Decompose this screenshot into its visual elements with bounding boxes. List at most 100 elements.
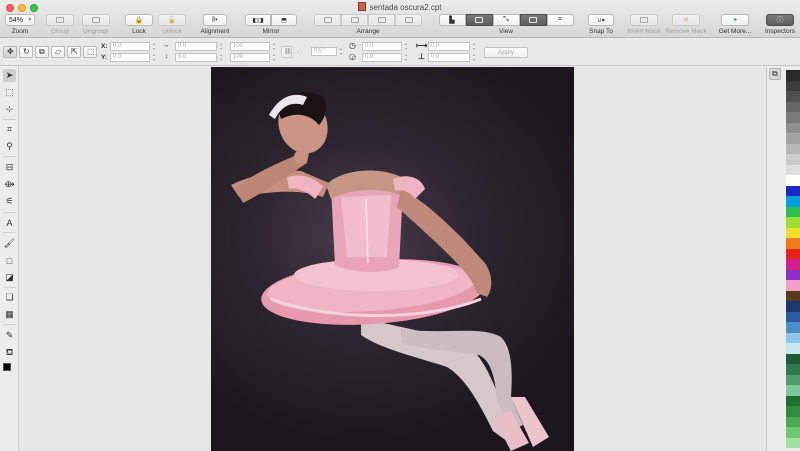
unlock-button[interactable]: 🔓 — [158, 14, 186, 26]
apply-button[interactable]: Apply — [484, 47, 528, 58]
skew-horizontal-stepper[interactable] — [404, 42, 409, 51]
skew-mode-button[interactable]: ⇱ — [67, 46, 81, 58]
link-proportions-button[interactable]: ⛓ — [281, 46, 292, 58]
angle-stepper[interactable] — [339, 47, 344, 56]
position-width-stepper[interactable] — [472, 42, 477, 51]
zoom-tool[interactable]: ⚲ — [3, 140, 16, 153]
palette-swatch[interactable] — [786, 101, 800, 112]
palette-swatch[interactable] — [786, 280, 800, 291]
invert-mask-button[interactable] — [630, 14, 658, 26]
y-stepper[interactable] — [152, 53, 157, 62]
remove-mask-button[interactable]: ✕ — [672, 14, 700, 26]
x-field[interactable]: 0.0 — [110, 42, 150, 51]
zoom-select[interactable]: 54% ▾ — [5, 14, 35, 26]
width-field[interactable]: 0.0 — [175, 42, 217, 51]
x-stepper[interactable] — [152, 42, 157, 51]
palette-swatch[interactable] — [786, 196, 800, 207]
palette-swatch[interactable] — [786, 374, 800, 385]
y-field[interactable]: 0.0 — [110, 53, 150, 62]
palette-swatch[interactable] — [786, 427, 800, 438]
clone-tool[interactable]: ❏ — [3, 291, 16, 304]
arrange-send-back-button[interactable] — [395, 14, 422, 26]
mirror-horizontal-button[interactable]: ◧◨ — [245, 14, 271, 26]
palette-swatch[interactable] — [786, 322, 800, 333]
skew-vertical-field[interactable]: 0.0 — [362, 53, 402, 62]
palette-swatch[interactable] — [786, 217, 800, 228]
snap-to-button[interactable]: ∪▾ — [588, 14, 614, 26]
position-width-field[interactable]: 0.0 — [428, 42, 470, 51]
view-guides-button[interactable]: ⤡ — [492, 14, 520, 26]
crop-tool[interactable]: ⌗ — [3, 123, 16, 136]
height-stepper[interactable] — [219, 53, 224, 62]
palette-swatch[interactable] — [786, 248, 800, 259]
arrange-send-backward-button[interactable] — [368, 14, 395, 26]
palette-swatch[interactable] — [786, 227, 800, 238]
skew-vertical-stepper[interactable] — [404, 53, 409, 62]
view-rulers-button[interactable]: ▙ — [438, 14, 466, 26]
width-stepper[interactable] — [219, 42, 224, 51]
palette-swatch[interactable] — [786, 80, 800, 91]
rectangle-mask-tool[interactable]: ⬚ — [3, 86, 16, 99]
lasso-tool[interactable]: ⟴ — [3, 178, 16, 191]
palette-swatch[interactable] — [786, 395, 800, 406]
scale-width-field[interactable]: 100 — [230, 42, 270, 51]
palette-swatch[interactable] — [786, 154, 800, 165]
palette-swatch[interactable] — [786, 122, 800, 133]
magic-wand-tool[interactable]: ⚟ — [3, 195, 16, 208]
arrange-bring-front-button[interactable] — [314, 14, 341, 26]
position-height-stepper[interactable] — [472, 53, 477, 62]
palette-swatch[interactable] — [786, 133, 800, 144]
palette-swatch[interactable] — [786, 437, 800, 448]
palette-swatch[interactable] — [786, 332, 800, 343]
palette-swatch[interactable] — [786, 385, 800, 396]
fill-pattern-tool[interactable]: ▦ — [3, 308, 16, 321]
shape-tool[interactable]: □ — [3, 254, 16, 267]
palette-swatch[interactable] — [786, 185, 800, 196]
palette-swatch[interactable] — [786, 343, 800, 354]
document-photo[interactable] — [211, 67, 574, 451]
palette-swatch[interactable] — [786, 416, 800, 427]
palette-swatch[interactable] — [786, 112, 800, 123]
palette-swatch[interactable] — [786, 259, 800, 270]
height-field[interactable]: 0.0 — [175, 53, 217, 62]
move-mode-button[interactable]: ✥ — [3, 46, 17, 58]
palette-swatch[interactable] — [786, 301, 800, 312]
view-crop-button[interactable]: ⌗ — [546, 14, 574, 26]
palette-swatch[interactable] — [786, 406, 800, 417]
perspective-mode-button[interactable]: ⬚ — [83, 46, 97, 58]
foreground-color-swatch[interactable] — [3, 363, 11, 371]
get-more-button[interactable]: + — [721, 14, 749, 26]
eraser-tool[interactable]: ◪ — [3, 271, 16, 284]
text-tool[interactable]: A — [3, 216, 16, 229]
view-frame-button[interactable] — [465, 14, 493, 26]
scale-height-stepper[interactable] — [272, 53, 277, 62]
transform-tool[interactable]: ⊹ — [3, 103, 16, 116]
palette-swatch[interactable] — [786, 91, 800, 102]
scale-height-field[interactable]: 100 — [230, 53, 270, 62]
palette-swatch[interactable] — [786, 290, 800, 301]
inspectors-button[interactable]: ⓘ — [766, 14, 794, 26]
position-height-field[interactable]: 0.0 — [428, 53, 470, 62]
scale-width-stepper[interactable] — [272, 42, 277, 51]
angle-field[interactable]: 0.0 ° — [311, 47, 337, 56]
arrange-bring-forward-button[interactable] — [341, 14, 368, 26]
mirror-vertical-button[interactable]: ⬒ — [271, 14, 297, 26]
palette-swatch[interactable] — [786, 175, 800, 186]
rotate-mode-button[interactable]: ↻ — [19, 46, 33, 58]
palette-swatch[interactable] — [786, 238, 800, 249]
distort-mode-button[interactable]: ▱ — [51, 46, 65, 58]
view-grid-button[interactable] — [519, 14, 547, 26]
lock-button[interactable]: 🔒 — [125, 14, 153, 26]
palette-swatch[interactable] — [786, 364, 800, 375]
palette-swatch[interactable] — [786, 143, 800, 154]
brush-tool[interactable]: 🖌 — [3, 237, 16, 250]
eyedropper-tool[interactable]: ✎ — [3, 329, 16, 342]
skew-horizontal-field[interactable]: 0.0 — [362, 42, 402, 51]
mask-brush-tool[interactable]: ⊟ — [3, 161, 16, 174]
palette-swatch[interactable] — [786, 311, 800, 322]
palette-swatch[interactable] — [786, 164, 800, 175]
palette-swatch[interactable] — [786, 353, 800, 364]
ungroup-button[interactable] — [81, 14, 110, 26]
paint-bucket-tool[interactable]: ⛾ — [3, 346, 16, 359]
alignment-button[interactable]: ⫼▾ — [203, 14, 227, 26]
